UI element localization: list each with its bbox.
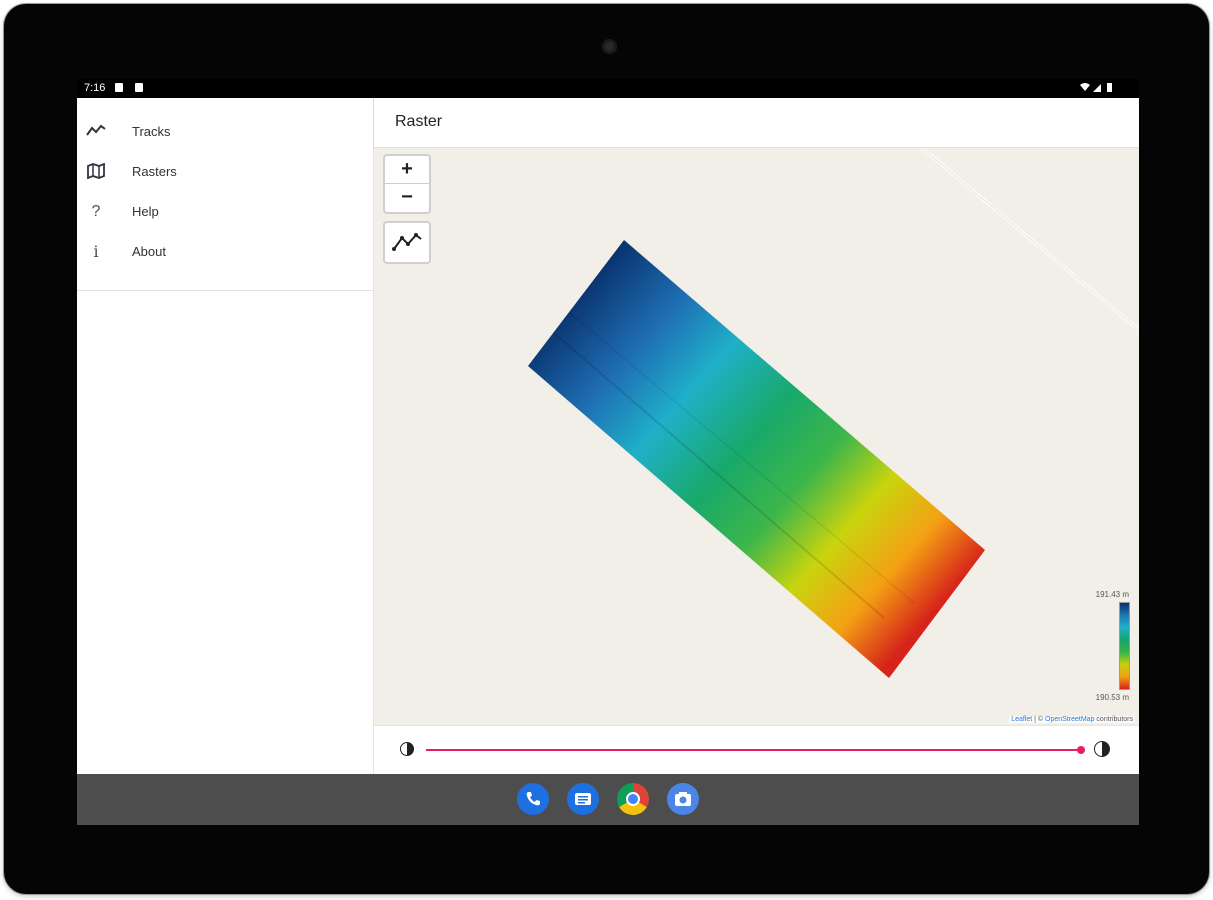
nav-item-help[interactable]: ? Help — [77, 193, 373, 233]
nav-item-label: Tracks — [132, 124, 171, 139]
status-time: 7:16 — [84, 82, 106, 94]
help-icon: ? — [91, 203, 101, 220]
tracks-icon — [85, 123, 107, 141]
tracks-icon — [392, 233, 422, 251]
raster-map[interactable]: + − 191.43 m 190.53 m Leaflet | © OpenSt… — [374, 148, 1139, 725]
track-toggle-button[interactable] — [383, 221, 431, 264]
legend-min-label: 190.53 m — [1095, 693, 1129, 702]
sd-card-icon — [135, 83, 143, 92]
map-canvas — [528, 148, 1139, 678]
zoom-out-button[interactable]: − — [385, 184, 429, 211]
opacity-high-icon — [1094, 741, 1110, 757]
phone-app-icon[interactable] — [517, 783, 549, 815]
app-bar: Raster — [374, 98, 1139, 148]
opacity-slider[interactable] — [426, 746, 1085, 754]
wifi-signal-battery-icon — [1080, 83, 1112, 92]
chrome-app-icon[interactable] — [617, 783, 649, 815]
system-dock — [77, 774, 1139, 825]
zoom-in-button[interactable]: + — [385, 156, 429, 184]
opacity-control — [374, 725, 1139, 775]
status-bar: 7:16 — [77, 79, 1139, 98]
opacity-slider-thumb[interactable] — [1077, 746, 1085, 754]
legend-max-label: 191.43 m — [1095, 590, 1129, 599]
nav-item-label: Rasters — [132, 164, 177, 179]
map-attribution: Leaflet | © OpenStreetMap contributors — [1009, 716, 1135, 723]
nav-item-label: Help — [132, 204, 159, 219]
nav-item-rasters[interactable]: Rasters — [77, 153, 373, 193]
nav-item-about[interactable]: i About — [77, 233, 373, 273]
info-icon: i — [93, 242, 99, 261]
drawer-divider — [77, 290, 373, 291]
camera-app-icon[interactable] — [667, 783, 699, 815]
map-icon — [85, 162, 107, 181]
nav-item-label: About — [132, 244, 166, 259]
device-screen: 7:16 Tracks Rasters ? Help i About Raste… — [77, 79, 1139, 825]
attribution-suffix: contributors — [1096, 716, 1133, 723]
front-camera — [602, 39, 617, 54]
notification-icon — [115, 83, 123, 92]
elevation-raster — [528, 240, 985, 678]
legend-color-bar — [1119, 602, 1130, 690]
leaflet-link[interactable]: Leaflet — [1011, 716, 1032, 723]
opacity-low-icon — [400, 742, 414, 756]
osm-link[interactable]: OpenStreetMap — [1045, 716, 1094, 723]
page-title: Raster — [395, 113, 443, 130]
zoom-control: + − — [383, 154, 431, 214]
attribution-separator: | © — [1034, 716, 1044, 723]
opacity-slider-fill — [426, 749, 1081, 751]
navigation-drawer: Tracks Rasters ? Help i About — [77, 98, 374, 774]
nav-item-tracks[interactable]: Tracks — [77, 113, 373, 153]
status-icons — [1079, 82, 1115, 96]
road-line-edge — [921, 148, 1139, 331]
messages-app-icon[interactable] — [567, 783, 599, 815]
elevation-legend: 191.43 m 190.53 m — [1074, 586, 1134, 706]
